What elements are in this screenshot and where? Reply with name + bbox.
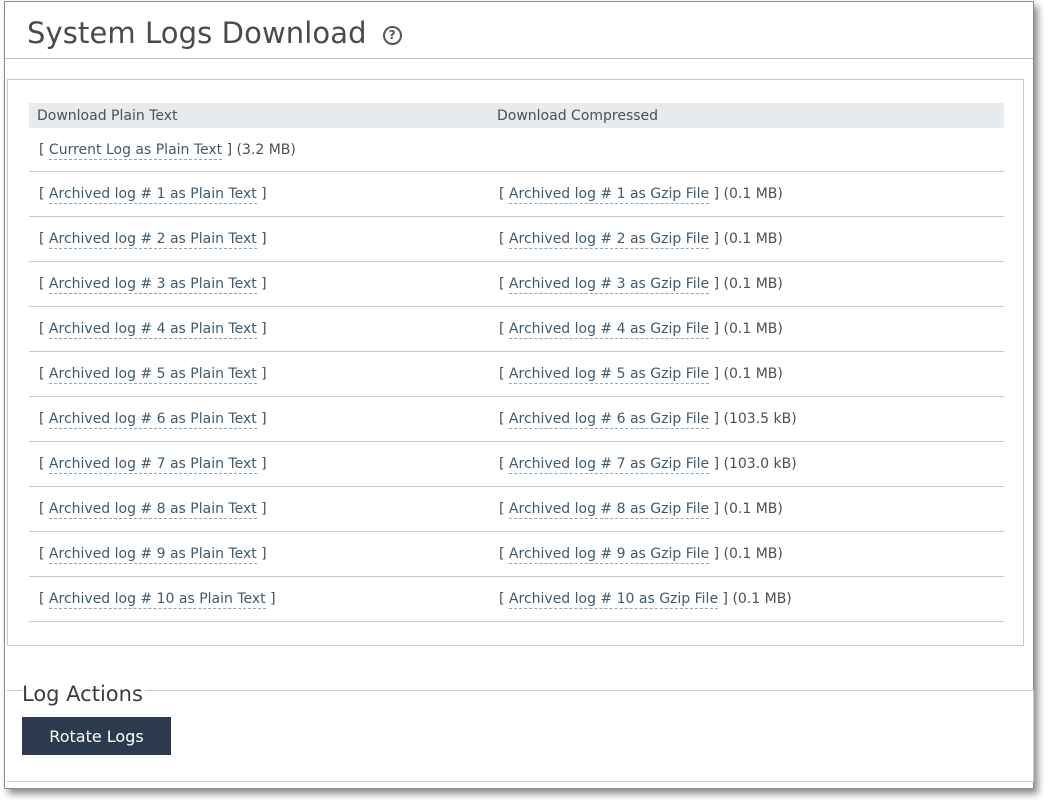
rotate-logs-button[interactable]: Rotate Logs bbox=[22, 717, 171, 755]
gzip-size: (0.1 MB) bbox=[723, 321, 783, 337]
gzip-size: (0.1 MB) bbox=[723, 186, 783, 202]
gzip-link[interactable]: Archived log # 3 as Gzip File bbox=[508, 276, 710, 294]
gzip-size: (0.1 MB) bbox=[723, 546, 783, 562]
header-plain-text: Download Plain Text bbox=[37, 107, 178, 124]
log-actions-legend: Log Actions bbox=[22, 682, 145, 706]
current-log-cell: [ Current Log as Plain Text ] (3.2 MB) bbox=[39, 141, 296, 160]
plain-text-cell: [ Archived log # 7 as Plain Text ] bbox=[39, 456, 267, 474]
plain-text-link[interactable]: Archived log # 6 as Plain Text bbox=[48, 411, 257, 429]
page-title: System Logs Download ? bbox=[27, 16, 402, 50]
plain-text-link[interactable]: Archived log # 10 as Plain Text bbox=[48, 591, 266, 609]
gzip-link[interactable]: Archived log # 2 as Gzip File bbox=[508, 231, 710, 249]
table-row: [ Archived log # 6 as Plain Text ] [ Arch… bbox=[29, 397, 1004, 442]
gzip-cell: [ Archived log # 5 as Gzip File ] (0.1 M… bbox=[499, 366, 783, 384]
logs-table: Download Plain Text Download Compressed … bbox=[29, 103, 1004, 622]
gzip-cell: [ Archived log # 8 as Gzip File ] (0.1 M… bbox=[499, 501, 783, 519]
table-row: [ Archived log # 10 as Plain Text ] [ Arc… bbox=[29, 577, 1004, 622]
archived-rows: [ Archived log # 1 as Plain Text ] [ Arch… bbox=[29, 172, 1004, 622]
help-icon[interactable]: ? bbox=[382, 25, 402, 45]
plain-text-link[interactable]: Archived log # 4 as Plain Text bbox=[48, 321, 257, 339]
gzip-link[interactable]: Archived log # 7 as Gzip File bbox=[508, 456, 710, 474]
gzip-cell: [ Archived log # 1 as Gzip File ] (0.1 M… bbox=[499, 186, 783, 204]
gzip-link[interactable]: Archived log # 8 as Gzip File bbox=[508, 501, 710, 519]
plain-text-cell: [ Archived log # 5 as Plain Text ] bbox=[39, 366, 267, 384]
plain-text-link[interactable]: Archived log # 8 as Plain Text bbox=[48, 501, 257, 519]
gzip-cell: [ Archived log # 7 as Gzip File ] (103.0… bbox=[499, 456, 797, 474]
gzip-size: (0.1 MB) bbox=[723, 276, 783, 292]
plain-text-link[interactable]: Archived log # 7 as Plain Text bbox=[48, 456, 257, 474]
plain-text-link[interactable]: Archived log # 5 as Plain Text bbox=[48, 366, 257, 384]
plain-text-link[interactable]: Archived log # 1 as Plain Text bbox=[48, 186, 257, 204]
table-header: Download Plain Text Download Compressed bbox=[29, 103, 1004, 128]
gzip-size: (103.0 kB) bbox=[723, 456, 797, 472]
page-title-text: System Logs Download bbox=[27, 16, 367, 50]
title-divider bbox=[5, 58, 1033, 59]
plain-text-cell: [ Archived log # 9 as Plain Text ] bbox=[39, 546, 267, 564]
table-row: [ Archived log # 4 as Plain Text ] [ Arch… bbox=[29, 307, 1004, 352]
gzip-link[interactable]: Archived log # 6 as Gzip File bbox=[508, 411, 710, 429]
gzip-link[interactable]: Archived log # 5 as Gzip File bbox=[508, 366, 710, 384]
table-row: [ Archived log # 3 as Plain Text ] [ Arch… bbox=[29, 262, 1004, 307]
current-log-plain-link[interactable]: Current Log as Plain Text bbox=[48, 141, 223, 160]
gzip-link[interactable]: Archived log # 9 as Gzip File bbox=[508, 546, 710, 564]
plain-text-link[interactable]: Archived log # 3 as Plain Text bbox=[48, 276, 257, 294]
table-row: [ Archived log # 2 as Plain Text ] [ Arch… bbox=[29, 217, 1004, 262]
plain-text-cell: [ Archived log # 2 as Plain Text ] bbox=[39, 231, 267, 249]
gzip-cell: [ Archived log # 2 as Gzip File ] (0.1 M… bbox=[499, 231, 783, 249]
gzip-cell: [ Archived log # 9 as Gzip File ] (0.1 M… bbox=[499, 546, 783, 564]
gzip-size: (103.5 kB) bbox=[723, 411, 797, 427]
gzip-link[interactable]: Archived log # 4 as Gzip File bbox=[508, 321, 710, 339]
table-row: [ Archived log # 1 as Plain Text ] [ Arch… bbox=[29, 172, 1004, 217]
gzip-link[interactable]: Archived log # 1 as Gzip File bbox=[508, 186, 710, 204]
plain-text-link[interactable]: Archived log # 2 as Plain Text bbox=[48, 231, 257, 249]
header-compressed: Download Compressed bbox=[497, 107, 659, 124]
plain-text-cell: [ Archived log # 8 as Plain Text ] bbox=[39, 501, 267, 519]
plain-text-cell: [ Archived log # 3 as Plain Text ] bbox=[39, 276, 267, 294]
table-row: [ Archived log # 7 as Plain Text ] [ Arch… bbox=[29, 442, 1004, 487]
table-row: [ Archived log # 5 as Plain Text ] [ Arch… bbox=[29, 352, 1004, 397]
table-row-current: [ Current Log as Plain Text ] (3.2 MB) bbox=[29, 128, 1004, 172]
plain-text-cell: [ Archived log # 10 as Plain Text ] bbox=[39, 591, 276, 609]
gzip-link[interactable]: Archived log # 10 as Gzip File bbox=[508, 591, 719, 609]
plain-text-link[interactable]: Archived log # 9 as Plain Text bbox=[48, 546, 257, 564]
plain-text-cell: [ Archived log # 1 as Plain Text ] bbox=[39, 186, 267, 204]
window-frame: System Logs Download ? Download Plain Te… bbox=[4, 1, 1034, 789]
current-log-size: (3.2 MB) bbox=[236, 141, 296, 158]
gzip-cell: [ Archived log # 6 as Gzip File ] (103.5… bbox=[499, 411, 797, 429]
gzip-size: (0.1 MB) bbox=[723, 231, 783, 247]
gzip-cell: [ Archived log # 3 as Gzip File ] (0.1 M… bbox=[499, 276, 783, 294]
logs-panel: Download Plain Text Download Compressed … bbox=[7, 79, 1024, 646]
plain-text-cell: [ Archived log # 4 as Plain Text ] bbox=[39, 321, 267, 339]
gzip-cell: [ Archived log # 4 as Gzip File ] (0.1 M… bbox=[499, 321, 783, 339]
table-row: [ Archived log # 9 as Plain Text ] [ Arch… bbox=[29, 532, 1004, 577]
gzip-size: (0.1 MB) bbox=[723, 366, 783, 382]
gzip-cell: [ Archived log # 10 as Gzip File ] (0.1 … bbox=[499, 591, 792, 609]
plain-text-cell: [ Archived log # 6 as Plain Text ] bbox=[39, 411, 267, 429]
table-row: [ Archived log # 8 as Plain Text ] [ Arch… bbox=[29, 487, 1004, 532]
gzip-size: (0.1 MB) bbox=[723, 501, 783, 517]
gzip-size: (0.1 MB) bbox=[732, 591, 792, 607]
